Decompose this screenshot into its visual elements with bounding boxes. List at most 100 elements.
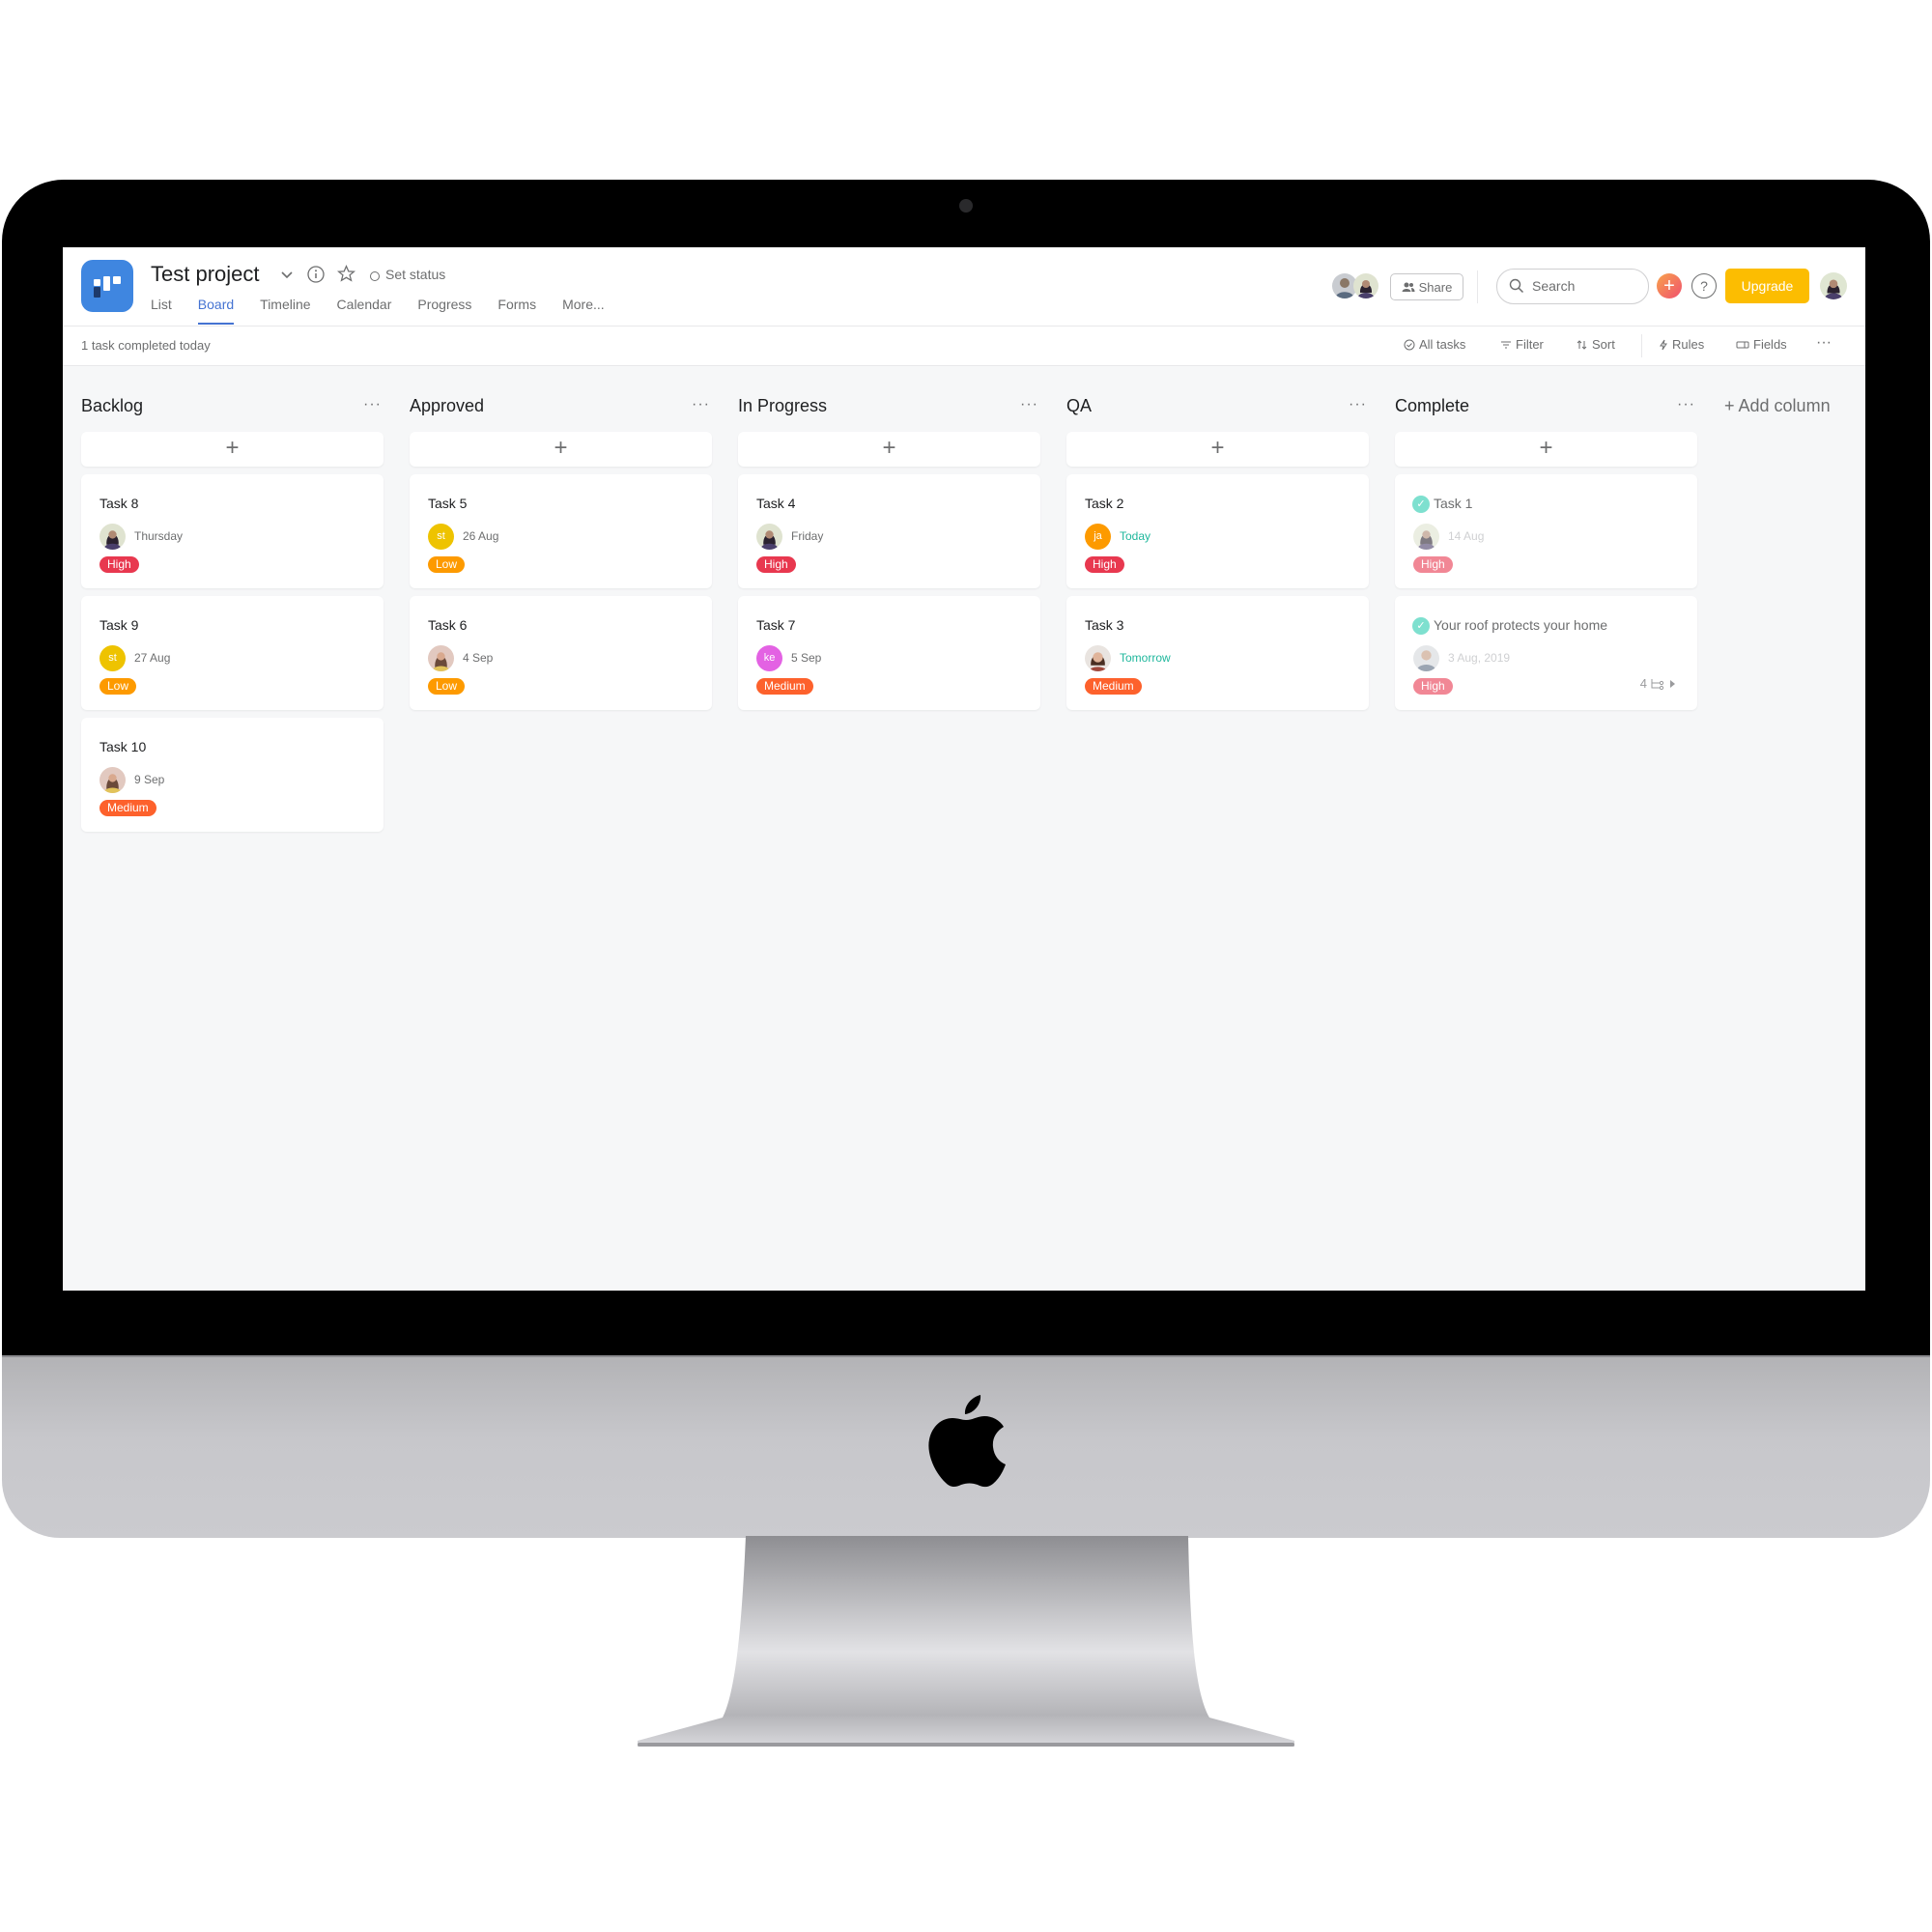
tab-calendar[interactable]: Calendar [337, 297, 392, 325]
column-title[interactable]: QA [1066, 396, 1092, 416]
project-title[interactable]: Test project [151, 262, 260, 287]
priority-badge: High [756, 556, 796, 573]
add-task-button[interactable]: + [1395, 432, 1697, 467]
priority-badge: Medium [756, 678, 813, 695]
task-card[interactable]: Task 7 ke 5 Sep Medium [738, 596, 1040, 710]
user-avatar[interactable] [1820, 272, 1847, 299]
assignee-avatar[interactable] [1085, 645, 1111, 671]
check-icon[interactable]: ✓ [1412, 496, 1430, 513]
app-screen: Test project Set status List Board Timel… [63, 247, 1865, 1291]
column-title[interactable]: Approved [410, 396, 484, 416]
column-header: Approved ··· [410, 390, 712, 425]
sort-icon [1577, 339, 1587, 350]
fields-label: Fields [1753, 337, 1787, 352]
due-date: 27 Aug [134, 651, 171, 665]
tab-board[interactable]: Board [197, 297, 235, 325]
board-toolbar: 1 task completed today All tasks Filter … [63, 327, 1865, 366]
star-icon[interactable] [336, 264, 356, 284]
more-options-button[interactable]: ··· [1816, 334, 1832, 352]
task-title: Task 4 [756, 496, 796, 511]
camera-icon [959, 199, 973, 213]
fields-button[interactable]: Fields [1736, 337, 1787, 352]
caret-right-icon [1670, 679, 1675, 688]
add-task-button[interactable]: + [738, 432, 1040, 467]
help-button[interactable]: ? [1691, 273, 1717, 298]
column-title[interactable]: Complete [1395, 396, 1469, 416]
column-more-button[interactable]: ··· [363, 396, 382, 413]
add-column-button[interactable]: + Add column [1724, 396, 1831, 416]
project-logo-icon[interactable] [81, 260, 133, 312]
assignee-avatar[interactable]: ja [1085, 524, 1111, 550]
assignee-avatar[interactable] [99, 524, 126, 550]
assignee-avatar[interactable]: ke [756, 645, 782, 671]
filter-button[interactable]: Filter [1500, 337, 1544, 352]
upgrade-button[interactable]: Upgrade [1725, 269, 1809, 303]
sort-label: Sort [1592, 337, 1615, 352]
assignee-avatar[interactable] [99, 767, 126, 793]
assignee-avatar[interactable] [1413, 645, 1439, 671]
due-date: 4 Sep [463, 651, 494, 665]
priority-badge: High [1413, 678, 1453, 695]
task-card[interactable]: Task 6 4 Sep Low [410, 596, 712, 710]
column-header: QA ··· [1066, 390, 1369, 425]
project-header: Test project Set status List Board Timel… [63, 247, 1865, 327]
check-icon[interactable]: ✓ [1412, 617, 1430, 635]
add-task-button[interactable]: + [410, 432, 712, 467]
priority-badge: High [1085, 556, 1124, 573]
view-tabs: List Board Timeline Calendar Progress Fo… [151, 297, 631, 325]
assignee-avatar[interactable] [428, 645, 454, 671]
apple-logo-icon [928, 1395, 1006, 1488]
tab-forms[interactable]: Forms [497, 297, 536, 325]
board-column: Backlog ··· + Task 8 Thursday High Task 9 st 27 … [81, 390, 384, 832]
search-input[interactable]: Search [1496, 269, 1649, 304]
task-card[interactable]: Task 4 Friday High [738, 474, 1040, 588]
task-card[interactable]: Task 9 st 27 Aug Low [81, 596, 384, 710]
rules-label: Rules [1672, 337, 1705, 352]
column-title[interactable]: Backlog [81, 396, 143, 416]
info-icon[interactable] [306, 265, 326, 284]
column-more-button[interactable]: ··· [692, 396, 710, 413]
column-title[interactable]: In Progress [738, 396, 827, 416]
set-status-button[interactable]: Set status [385, 267, 445, 282]
add-task-button[interactable]: + [1066, 432, 1369, 467]
task-card[interactable]: Task 5 st 26 Aug Low [410, 474, 712, 588]
quick-add-button[interactable]: + [1657, 273, 1682, 298]
member-avatar[interactable] [1353, 273, 1378, 298]
task-card[interactable]: ✓ Your roof protects your home 3 Aug, 2019… [1395, 596, 1697, 710]
subtask-count: 4 [1639, 676, 1647, 691]
due-date: 3 Aug, 2019 [1448, 651, 1511, 665]
priority-badge: Medium [99, 800, 156, 816]
task-card[interactable]: Task 2 ja Today High [1066, 474, 1369, 588]
task-title: Task 2 [1085, 496, 1124, 511]
column-more-button[interactable]: ··· [1677, 396, 1695, 413]
assignee-avatar[interactable]: st [428, 524, 454, 550]
column-more-button[interactable]: ··· [1020, 396, 1038, 413]
task-card[interactable]: Task 3 Tomorrow Medium [1066, 596, 1369, 710]
divider [1477, 270, 1478, 303]
subtask-icon [1651, 678, 1664, 690]
tab-more[interactable]: More... [562, 297, 605, 325]
assignee-avatar[interactable] [756, 524, 782, 550]
task-card[interactable]: ✓ Task 1 14 Aug High [1395, 474, 1697, 588]
task-card[interactable]: Task 10 9 Sep Medium [81, 718, 384, 832]
add-task-button[interactable]: + [81, 432, 384, 467]
task-card[interactable]: Task 8 Thursday High [81, 474, 384, 588]
chevron-down-icon[interactable] [277, 265, 297, 284]
all-tasks-button[interactable]: All tasks [1404, 337, 1465, 352]
share-button[interactable]: Share [1390, 273, 1463, 300]
assignee-avatar[interactable]: st [99, 645, 126, 671]
due-date: 5 Sep [791, 651, 822, 665]
sort-button[interactable]: Sort [1577, 337, 1615, 352]
tab-list[interactable]: List [151, 297, 172, 325]
tab-timeline[interactable]: Timeline [260, 297, 310, 325]
divider [1641, 334, 1642, 357]
tab-progress[interactable]: Progress [417, 297, 471, 325]
subtask-indicator[interactable]: 4 [1640, 676, 1676, 691]
priority-badge: Low [428, 556, 466, 573]
all-tasks-label: All tasks [1419, 337, 1466, 352]
column-more-button[interactable]: ··· [1349, 396, 1367, 413]
assignee-avatar[interactable] [1413, 524, 1439, 550]
rules-button[interactable]: Rules [1659, 337, 1704, 352]
filter-icon [1501, 341, 1511, 348]
column-header: Backlog ··· [81, 390, 384, 425]
